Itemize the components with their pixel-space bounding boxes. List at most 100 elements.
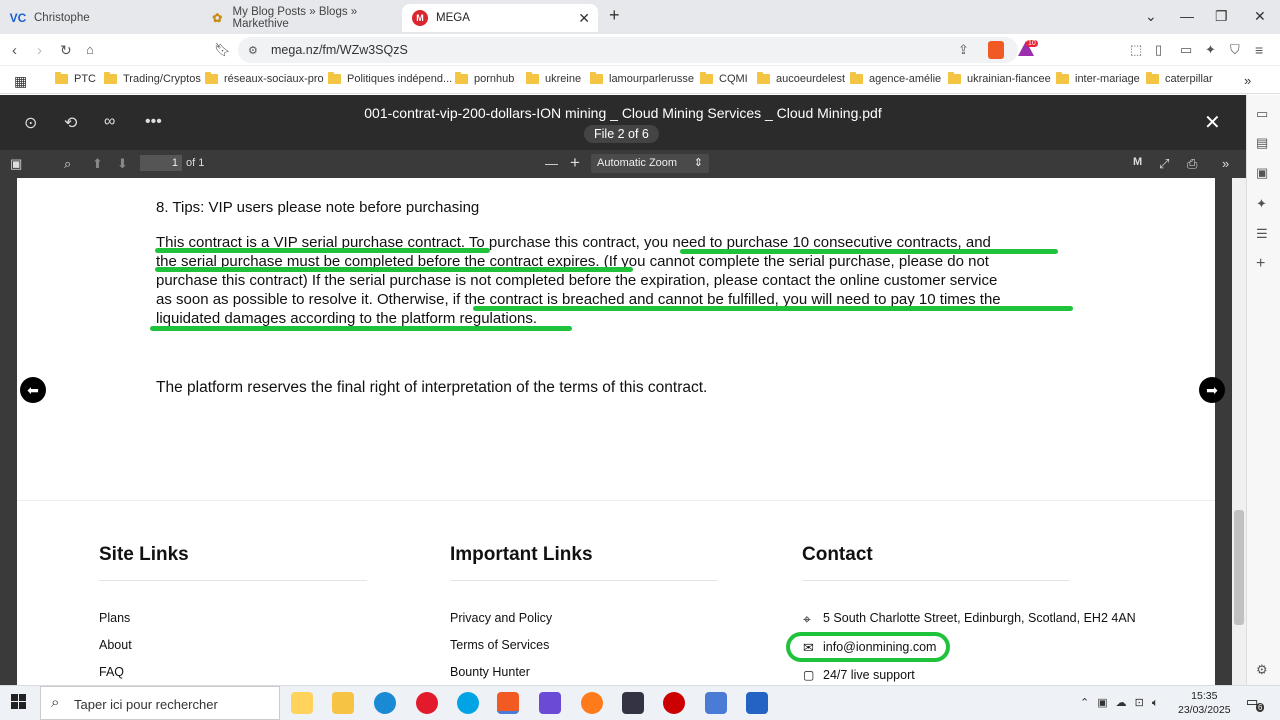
bookmark-item[interactable]: PTC	[55, 72, 96, 85]
next-file-button[interactable]: ➡	[1199, 377, 1225, 403]
store-app-icon[interactable]	[291, 692, 313, 714]
clock[interactable]: 15:35 23/03/2025	[1178, 689, 1231, 717]
settings-icon[interactable]: ⚙	[1256, 662, 1268, 678]
extensions-icon[interactable]: ⬚	[1130, 42, 1142, 58]
bookmark-item[interactable]: inter-mariage	[1056, 72, 1140, 85]
opera-icon[interactable]	[416, 692, 438, 714]
skype-icon[interactable]	[457, 692, 479, 714]
tab-search-icon[interactable]: ⌄	[1145, 8, 1157, 25]
tab-mega[interactable]: M MEGA ✕	[402, 4, 598, 32]
app-icon[interactable]	[622, 692, 644, 714]
print-icon[interactable]: ⎙	[1187, 156, 1197, 172]
reload-icon[interactable]: ↻	[60, 42, 72, 59]
leo-panel-icon[interactable]: ✦	[1256, 196, 1267, 212]
zoom-in-icon[interactable]: +	[570, 153, 580, 173]
close-tab-icon[interactable]: ✕	[578, 10, 590, 27]
add-panel-icon[interactable]: +	[1256, 255, 1265, 273]
bookmark-item[interactable]: Trading/Cryptos	[104, 72, 201, 85]
bookmark-item[interactable]: pornhub	[455, 72, 514, 85]
media-icon[interactable]	[663, 692, 685, 714]
bookmark-item[interactable]: agence-amélie	[850, 72, 942, 85]
tools-icon[interactable]: »	[1222, 156, 1229, 171]
brave-shield-icon[interactable]	[988, 41, 1004, 59]
sidebar-toggle-icon[interactable]: ▯	[1155, 42, 1162, 58]
brave-taskbar-icon[interactable]	[497, 692, 519, 714]
leo-icon[interactable]: ✦	[1205, 42, 1216, 58]
bookmarks-panel-icon[interactable]: ▤	[1256, 135, 1268, 151]
taskbar-search[interactable]: ⌕ Taper ici pour rechercher	[40, 686, 280, 720]
zoom-out-icon[interactable]: —	[545, 156, 558, 171]
next-page-icon[interactable]: ⬇	[117, 156, 128, 172]
link-bounty[interactable]: Bounty Hunter	[450, 665, 530, 679]
bookmark-label: agence-amélie	[869, 73, 942, 85]
find-icon[interactable]: ⌕	[64, 156, 71, 172]
edge-icon[interactable]	[374, 692, 396, 714]
zoom-select[interactable]: Automatic Zoom ⇕	[591, 154, 709, 173]
close-viewer-icon[interactable]: ✕	[1204, 110, 1221, 135]
important-links-title: Important Links	[450, 544, 593, 565]
contact-email[interactable]: info@ionmining.com	[823, 640, 936, 654]
menu-icon[interactable]: ≡	[1255, 42, 1263, 58]
bookmark-item[interactable]: ukrainian-fiancee	[948, 72, 1051, 85]
sidebar-icon[interactable]: ▣	[10, 156, 22, 172]
wallet-icon[interactable]: ▭	[1180, 42, 1192, 58]
bookmark-item[interactable]: Politiques indépend...	[328, 72, 452, 85]
share-icon[interactable]: ⇪	[958, 42, 969, 58]
link-faq[interactable]: FAQ	[99, 665, 124, 679]
reading-list-icon[interactable]: ☰	[1256, 226, 1268, 242]
tab-markethive[interactable]: ✿ My Blog Posts » Blogs » Markethive	[200, 4, 400, 32]
file-explorer-icon[interactable]	[332, 692, 354, 714]
highlight-underline	[155, 248, 490, 253]
prev-page-icon[interactable]: ⬆	[92, 156, 103, 172]
bookmark-label: ukreine	[545, 73, 582, 85]
fullscreen-icon[interactable]: ⤢	[1159, 156, 1169, 172]
search-icon: ⌕	[51, 694, 60, 711]
screenshot-icon[interactable]	[705, 692, 727, 714]
firefox-icon[interactable]	[581, 692, 603, 714]
link-plans[interactable]: Plans	[99, 611, 130, 625]
page-number-input[interactable]: 1	[140, 155, 182, 171]
clock-date: 23/03/2025	[1178, 704, 1231, 716]
folder-icon	[948, 72, 961, 84]
site-info-icon[interactable]: ⚙	[248, 44, 258, 57]
bookmark-icon[interactable]: 🔖︎	[214, 42, 231, 58]
apps-icon[interactable]: ▦	[14, 73, 27, 90]
close-window-button[interactable]: ✕	[1254, 8, 1266, 25]
contact-support: 24/7 live support	[823, 668, 915, 682]
bookmark-item[interactable]: ukreine	[526, 72, 582, 85]
reading-icon[interactable]: ▭	[1256, 106, 1268, 122]
windows-start-icon[interactable]	[11, 694, 26, 709]
prev-file-button[interactable]: ⬅	[20, 377, 46, 403]
link-privacy[interactable]: Privacy and Policy	[450, 611, 552, 625]
bookmark-item[interactable]: aucoeurdelest	[757, 72, 845, 85]
folder-icon	[55, 72, 68, 84]
bookmark-item[interactable]: caterpillar	[1146, 72, 1213, 85]
copilot-icon[interactable]	[539, 692, 561, 714]
divider	[802, 580, 1070, 581]
bookmark-label: inter-mariage	[1075, 73, 1140, 85]
forward-icon[interactable]: ›	[37, 42, 42, 59]
bookmark-item[interactable]: lamourparlerusse	[590, 72, 694, 85]
calculator-icon[interactable]	[746, 692, 768, 714]
tab-christophe[interactable]: VC Christophe	[0, 4, 200, 32]
link-about[interactable]: About	[99, 638, 132, 652]
more-bookmarks-icon[interactable]: »	[1244, 73, 1251, 88]
home-icon[interactable]: ⌂	[86, 42, 94, 57]
new-tab-button[interactable]: +	[609, 5, 620, 26]
vpn-icon[interactable]: ⛉	[1230, 42, 1240, 58]
divider	[17, 500, 1215, 501]
minimize-button[interactable]: —	[1180, 8, 1194, 24]
paragraph-line: purchase this contract) If the serial pu…	[156, 272, 998, 289]
mega-m-icon[interactable]: M	[1133, 156, 1142, 168]
clock-time: 15:35	[1191, 690, 1218, 702]
link-terms[interactable]: Terms of Services	[450, 638, 549, 652]
bookmark-item[interactable]: CQMI	[700, 72, 748, 85]
back-icon[interactable]: ‹	[12, 42, 17, 59]
site-links-title: Site Links	[99, 544, 189, 565]
scrollbar-thumb[interactable]	[1234, 510, 1244, 625]
wallet-panel-icon[interactable]: ▣	[1256, 165, 1268, 181]
maximize-button[interactable]: ❐	[1215, 8, 1228, 25]
tray-icons[interactable]: ⌃▣☁⊡🔈︎	[1080, 696, 1166, 710]
chat-icon: ▢	[803, 668, 815, 682]
bookmark-item[interactable]: réseaux-sociaux-pro	[205, 72, 324, 85]
